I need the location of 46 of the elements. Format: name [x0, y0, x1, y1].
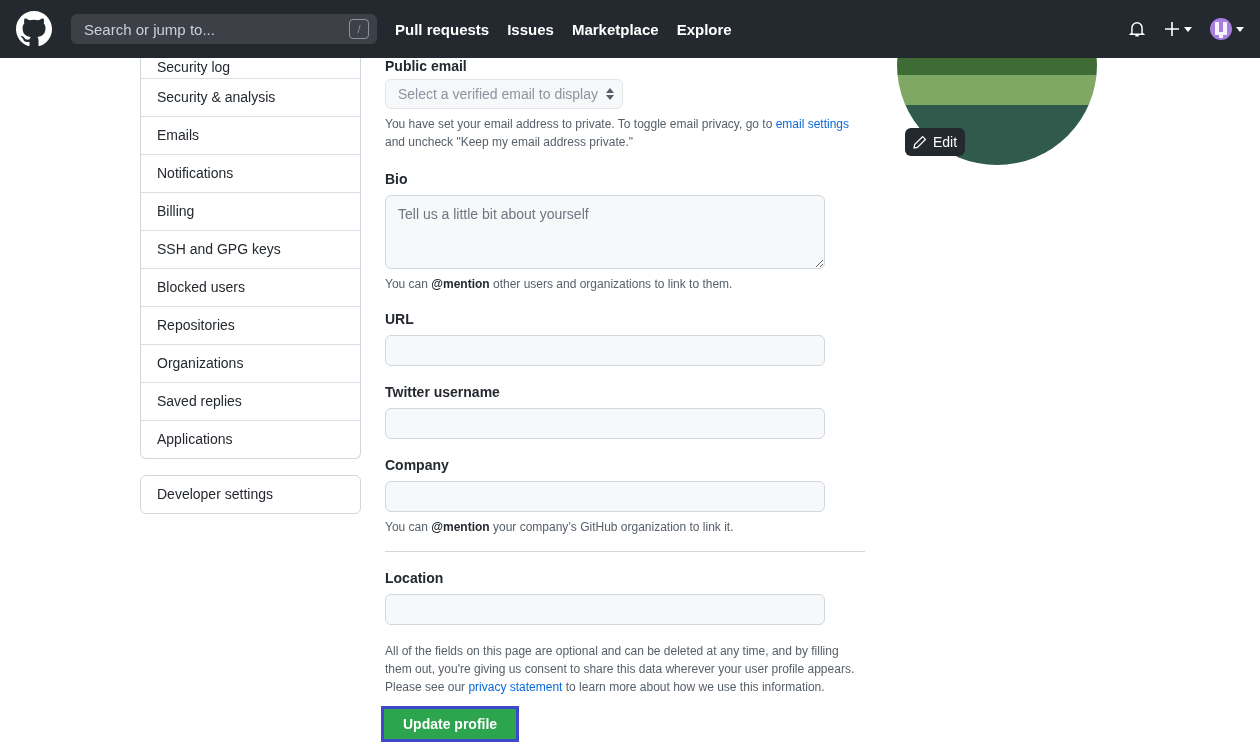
keyboard-shortcut-hint: / [349, 19, 369, 39]
field-label: Public email [385, 57, 468, 76]
nav-link[interactable]: Pull requests [395, 20, 490, 38]
field-label: Location [385, 569, 445, 588]
sort-caret-icon [606, 88, 614, 100]
caret-icon [1236, 26, 1244, 32]
menu-item[interactable]: Applications [141, 420, 360, 458]
create-new-menu[interactable] [1164, 21, 1192, 37]
octocat-logo-icon[interactable] [16, 11, 52, 47]
menu-item[interactable]: Repositories [141, 306, 360, 344]
field-label: Bio [385, 170, 409, 189]
menu-item[interactable]: Blocked users [141, 268, 360, 306]
menu-item[interactable]: Organizations [141, 344, 360, 382]
caret-icon [1184, 26, 1192, 32]
text-field[interactable] [385, 408, 825, 439]
plus-icon [1164, 21, 1180, 37]
edit-avatar-button[interactable]: Edit [905, 128, 966, 156]
menu-item[interactable]: Security & analysis [141, 78, 360, 116]
text-field[interactable] [385, 335, 825, 366]
help-text: You can @mention your company’s GitHub organization to link it. [385, 519, 735, 536]
bell-icon[interactable] [1128, 20, 1146, 38]
email-settings-link[interactable]: email settings [775, 117, 850, 131]
privacy-statement-link[interactable]: privacy statement [468, 680, 563, 694]
nav-link[interactable]: Explore [676, 20, 732, 38]
field-label: Company [385, 456, 450, 475]
help-text: You have set your email address to private. To toggle email privacy, go to email settings and uncheck "Keep my email address private." [385, 116, 851, 151]
pencil-icon [913, 135, 927, 149]
field-label: URL [385, 310, 415, 329]
developer-settings-link[interactable]: Developer settings [140, 475, 361, 514]
menu-item[interactable]: Emails [141, 116, 360, 154]
menu-item[interactable]: Saved replies [141, 382, 360, 420]
nav-link[interactable]: Marketplace [571, 20, 659, 38]
profile-menu[interactable] [1210, 18, 1244, 40]
menu-item[interactable]: Security log [141, 58, 360, 78]
menu-item[interactable]: Notifications [141, 154, 360, 192]
avatar-icon [1210, 18, 1232, 40]
text-field[interactable] [385, 481, 825, 512]
text-field[interactable] [385, 594, 825, 625]
disclaimer-text: All of the fields on this page are optional and can be deleted at any time, and by filling them out, you're giving us consent to share this data wherever your user profile appears. Please see our privacy statement to learn more about how we use this information. [385, 643, 856, 696]
menu-item[interactable]: Billing [141, 192, 360, 230]
bio-field[interactable]: Tell us a little bit about yourself [385, 195, 825, 269]
menu-item[interactable]: SSH and GPG keys [141, 230, 360, 268]
help-text: You can @mention other users and organizations to link to them. [385, 276, 734, 293]
select-placeholder: Select a verified email to display [398, 86, 598, 102]
field-label: Twitter username [385, 383, 501, 402]
nav-link[interactable]: Issues [507, 20, 554, 38]
